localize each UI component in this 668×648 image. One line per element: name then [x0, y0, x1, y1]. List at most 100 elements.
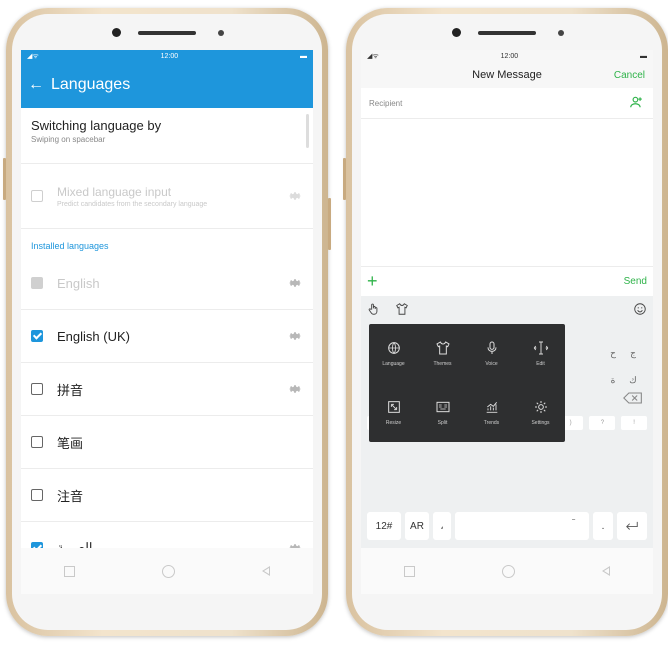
compose-bar: + Send — [361, 266, 653, 295]
toolbox-item-settings[interactable]: Settings — [516, 383, 565, 442]
toolbox-label: Settings — [531, 420, 550, 426]
hand-icon[interactable] — [367, 302, 381, 316]
keyboard-bottom-row: 12# AR ، ـ . — [367, 512, 647, 540]
mixed-language-subtitle: Predict candidates from the secondary la… — [57, 200, 208, 208]
top-bezel — [12, 14, 322, 50]
comma-key[interactable]: ، — [433, 512, 451, 540]
signal-icon: ◢ᯤ — [27, 52, 39, 60]
toolbox-label: Language — [382, 361, 405, 367]
language-row[interactable]: 拼音 — [21, 363, 313, 416]
toolbox-item-language[interactable]: Language — [369, 324, 418, 383]
key[interactable]: ح — [603, 348, 623, 359]
volume-button — [3, 158, 6, 200]
keyboard-toolbar — [361, 296, 653, 322]
backspace-icon[interactable] — [623, 392, 643, 404]
key[interactable]: ج — [623, 348, 643, 359]
resize-icon — [387, 401, 400, 413]
power-button — [328, 198, 331, 250]
toolbox-label: Themes — [433, 361, 452, 367]
language-list: EnglishEnglish (UK)拼音笔画注音العربية — [21, 257, 313, 575]
proximity-sensor — [218, 30, 224, 36]
numbers-key[interactable]: 12# — [367, 512, 401, 540]
gear-icon[interactable] — [287, 328, 303, 344]
toolbox-item-themes[interactable]: Themes — [418, 324, 467, 383]
language-row[interactable]: English — [21, 257, 313, 310]
space-key[interactable]: ـ — [455, 512, 589, 540]
language-checkbox[interactable] — [31, 383, 43, 395]
page-title: New Message — [472, 69, 542, 81]
page-title: Languages — [51, 76, 131, 93]
cursor-edit-icon — [533, 341, 548, 355]
enter-icon — [626, 521, 638, 530]
back-icon[interactable] — [601, 566, 610, 576]
gear-icon[interactable] — [287, 275, 303, 291]
front-camera — [112, 28, 121, 37]
add-contact-icon[interactable] — [629, 95, 643, 109]
recent-apps-icon[interactable] — [404, 565, 416, 577]
period-key[interactable]: . — [593, 512, 613, 540]
arrow-left-icon[interactable]: ← — [21, 76, 51, 94]
space-hint: ـ — [572, 512, 575, 523]
toolbox-label: Trends — [483, 420, 500, 426]
key[interactable]: ? — [589, 416, 616, 430]
proximity-sensor — [558, 30, 564, 36]
toolbox-item-edit[interactable]: Edit — [516, 324, 565, 383]
installed-languages-header: Installed languages — [31, 241, 109, 251]
globe-icon — [387, 342, 400, 354]
earpiece-speaker — [478, 31, 536, 35]
status-time: 12:00 — [160, 52, 179, 60]
toolbox-label: Split — [437, 420, 448, 426]
cancel-button[interactable]: Cancel — [614, 70, 645, 81]
tshirt-icon — [435, 341, 450, 355]
language-row[interactable]: 注音 — [21, 469, 313, 522]
arabic-keys: حج ةك — [603, 340, 649, 394]
language-label: English (UK) — [57, 328, 130, 344]
home-icon[interactable] — [161, 564, 175, 578]
language-checkbox[interactable] — [31, 436, 43, 448]
keyboard: حج ةك @ # _ - ' ( ) ? ! 12# AR — [361, 296, 653, 548]
left-screen: ◢ᯤ 12:00 ▬ ← Languages Switching languag… — [21, 50, 313, 594]
toolbox-label: Voice — [485, 361, 498, 367]
mixed-language-checkbox[interactable] — [31, 190, 43, 202]
toolbox-item-trends[interactable]: Trends — [467, 383, 516, 442]
scrollbar[interactable] — [306, 114, 309, 148]
gear-icon[interactable] — [287, 381, 303, 397]
language-row[interactable]: English (UK) — [21, 310, 313, 363]
message-header: New Message Cancel — [361, 62, 653, 88]
language-checkbox[interactable] — [31, 330, 43, 342]
nav-bar — [361, 548, 653, 594]
language-checkbox[interactable] — [31, 489, 43, 501]
gear-icon[interactable] — [287, 188, 303, 204]
back-icon[interactable] — [261, 566, 270, 576]
home-icon[interactable] — [501, 564, 515, 578]
keyboard-toolbox-popup: Language Themes Voice Edit Resize Split Trends… — [369, 324, 565, 442]
microphone-icon — [487, 341, 496, 354]
recipient-field[interactable]: Recipient — [361, 88, 653, 119]
language-key[interactable]: AR — [405, 512, 429, 540]
recent-apps-icon[interactable] — [64, 565, 76, 577]
mixed-language-row[interactable]: Mixed language input Predict candidates … — [21, 164, 313, 229]
nav-bar — [21, 548, 313, 594]
phone-body: ◢ᯤ 12:00 ▬ ← Languages Switching languag… — [12, 14, 322, 630]
key[interactable]: ! — [621, 416, 648, 430]
signal-icon: ◢ᯤ — [367, 52, 379, 60]
language-checkbox[interactable] — [31, 277, 43, 289]
toolbox-label: Resize — [385, 420, 402, 426]
toolbox-label: Edit — [536, 361, 545, 367]
gear-icon — [534, 401, 547, 413]
tshirt-icon[interactable] — [395, 302, 409, 316]
toolbox-item-resize[interactable]: Resize — [369, 383, 418, 442]
attach-button[interactable]: + — [367, 271, 387, 292]
toolbox-item-voice[interactable]: Voice — [467, 324, 516, 383]
key[interactable]: ة — [603, 375, 623, 386]
switch-language-row[interactable]: Switching language by Swiping on spaceba… — [21, 108, 313, 164]
language-label: English — [57, 275, 100, 291]
language-row[interactable]: 笔画 — [21, 416, 313, 469]
toolbox-item-split[interactable]: Split — [418, 383, 467, 442]
send-button[interactable]: Send — [624, 276, 647, 287]
emoji-icon[interactable] — [633, 302, 647, 316]
enter-key[interactable] — [617, 512, 647, 540]
right-phone: ◢ᯤ 12:00 ▬ New Message Cancel Recipient … — [343, 8, 668, 636]
key[interactable]: ك — [623, 375, 643, 386]
battery-icon: ▬ — [300, 52, 307, 60]
